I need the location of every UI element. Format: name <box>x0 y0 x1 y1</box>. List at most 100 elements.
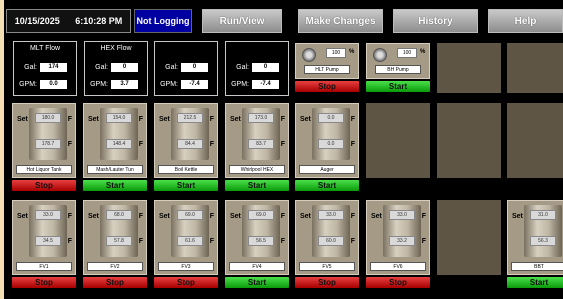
unit-label: F <box>67 141 72 148</box>
vessel-stop-button[interactable]: Stop <box>12 277 76 288</box>
setpoint-input[interactable]: 68.0 <box>106 210 132 220</box>
empty-slot <box>507 103 563 178</box>
unit-label: F <box>280 116 285 123</box>
datetime-display: 10/15/2025 6:10:28 PM <box>6 9 131 33</box>
flow-title: MLT Flow <box>29 45 61 52</box>
set-label: Set <box>300 116 311 123</box>
set-label: Set <box>88 213 99 220</box>
gal-value: 174 <box>40 63 67 72</box>
gpm-label: GPM: <box>231 81 249 88</box>
make-changes-button[interactable]: Make Changes <box>298 9 383 33</box>
set-label: Set <box>371 213 382 220</box>
vessel-name: FV6 <box>370 262 426 271</box>
vessel-stop-button[interactable]: Stop <box>12 180 76 191</box>
unit-label: F <box>67 213 72 220</box>
pump-percent-input[interactable]: 100 <box>326 48 346 58</box>
setpoint-input[interactable]: 0.0 <box>318 113 344 123</box>
vessel-start-button[interactable]: Start <box>507 277 563 288</box>
setpoint-input[interactable]: 173.0 <box>248 113 274 123</box>
actual-temp: 34.5 <box>35 236 61 246</box>
actual-temp: 148.4 <box>106 139 132 149</box>
gal-label: Gal: <box>236 64 249 71</box>
vessel-stop-button[interactable]: Stop <box>83 277 147 288</box>
vessel-name: Auger <box>299 165 355 174</box>
vessel-tile: Set31.0F56.3FBBT <box>507 200 563 275</box>
run-view-button[interactable]: Run/View <box>202 9 282 33</box>
unit-label: F <box>209 213 214 220</box>
unit-label: F <box>138 213 143 220</box>
vessel-name: BBT <box>511 262 563 271</box>
vessel-start-button[interactable]: Start <box>154 180 218 191</box>
actual-temp: 56.5 <box>248 236 274 246</box>
unit-label: F <box>421 213 426 220</box>
vessel-start-button[interactable]: Start <box>295 180 359 191</box>
gpm-label: GPM: <box>160 81 178 88</box>
setpoint-input[interactable]: 33.0 <box>35 210 61 220</box>
pump-icon <box>302 48 316 62</box>
vessel-name: FV2 <box>87 262 143 271</box>
set-label: Set <box>230 116 241 123</box>
gal-value: 0 <box>252 63 279 72</box>
vessel-stop-button[interactable]: Stop <box>366 277 430 288</box>
vessel-name: FV5 <box>299 262 355 271</box>
vessel-name: Hot Liquor Tank <box>16 165 72 174</box>
actual-temp: 83.7 <box>248 139 274 149</box>
set-label: Set <box>88 116 99 123</box>
pump-name: BH Pump <box>375 65 421 74</box>
actual-temp: 0.0 <box>318 139 344 149</box>
vessel-start-button[interactable]: Start <box>225 277 289 288</box>
set-label: Set <box>159 213 170 220</box>
empty-slot <box>437 43 501 93</box>
vessel-tile: Set 33.0 F 33.2 F FV6 <box>366 200 430 275</box>
unit-label: F <box>421 238 426 245</box>
unit-label: F <box>280 141 285 148</box>
gal-label: Gal: <box>24 64 37 71</box>
vessel-start-button[interactable]: Start <box>225 180 289 191</box>
vessel-start-button[interactable]: Start <box>83 180 147 191</box>
unit-label: F <box>280 238 285 245</box>
empty-slot <box>366 103 430 178</box>
setpoint-input[interactable]: 154.0 <box>106 113 132 123</box>
logging-status-button[interactable]: Not Logging <box>134 9 192 33</box>
gpm-value: -7.4 <box>252 80 279 89</box>
vessel-stop-button[interactable]: Stop <box>154 277 218 288</box>
brewery-control-screen: 10/15/2025 6:10:28 PM Not Logging Run/Vi… <box>4 0 563 299</box>
setpoint-input[interactable]: 180.0 <box>35 113 61 123</box>
actual-temp: 33.2 <box>389 236 415 246</box>
history-button[interactable]: History <box>393 9 478 33</box>
vessel-tile: Set 180.0 F 178.7 F Hot Liquor Tank <box>12 103 76 178</box>
setpoint-input[interactable]: 33.0 <box>389 210 415 220</box>
set-label: Set <box>17 116 28 123</box>
vessel-tile: Set 33.0 F 34.5 F FV1 <box>12 200 76 275</box>
setpoint-input[interactable]: 31.0 <box>530 210 556 220</box>
vessel-tile: Set 0.0 F 0.0 F Auger <box>295 103 359 178</box>
setpoint-input[interactable]: 212.5 <box>177 113 203 123</box>
setpoint-input[interactable]: 33.0 <box>318 210 344 220</box>
empty-slot <box>437 200 501 275</box>
setpoint-input[interactable]: 69.0 <box>177 210 203 220</box>
unit-label: F <box>138 141 143 148</box>
hlt-pump-stop-button[interactable]: Stop <box>295 81 359 92</box>
date-text: 10/15/2025 <box>14 16 60 26</box>
help-button[interactable]: Help <box>488 9 563 33</box>
unit-label: F <box>280 213 285 220</box>
vessel-stop-button[interactable]: Stop <box>295 277 359 288</box>
vessel-tile: Set 173.0 F 83.7 F Whirlpool HEX <box>225 103 289 178</box>
unit-label: F <box>209 141 214 148</box>
hlt-pump-tile: 100 % HLT Pump <box>295 43 359 79</box>
time-text: 6:10:28 PM <box>75 16 123 26</box>
setpoint-input[interactable]: 69.0 <box>248 210 274 220</box>
pump-percent-input[interactable]: 100 <box>397 48 417 58</box>
unit-label: F <box>350 213 355 220</box>
percent-unit: % <box>349 49 355 55</box>
empty-slot <box>507 43 563 93</box>
unit-label: F <box>209 238 214 245</box>
unit-label: F <box>138 238 143 245</box>
set-label: Set <box>230 213 241 220</box>
actual-temp: 57.8 <box>106 236 132 246</box>
bh-pump-start-button[interactable]: Start <box>366 81 430 92</box>
mlt-flow-panel: MLT Flow Gal: 174 GPM: 0.0 <box>13 41 77 96</box>
actual-temp: 178.7 <box>35 139 61 149</box>
gpm-value: 0.0 <box>40 80 67 89</box>
gal-label: Gal: <box>95 64 108 71</box>
